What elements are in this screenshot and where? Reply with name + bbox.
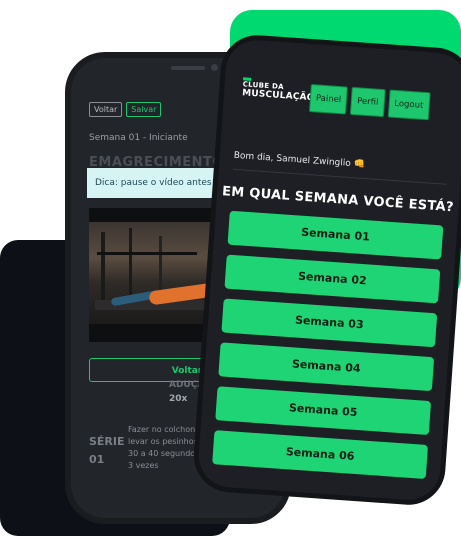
divider: [232, 168, 447, 185]
salvar-button[interactable]: Salvar: [126, 102, 162, 117]
week-button-05[interactable]: Semana 05: [215, 386, 432, 436]
gym-bar: [97, 252, 197, 255]
serie-label: SÉRIE 01: [89, 433, 125, 469]
brand-logo: CLUBE DA MUSCULAÇÃO: [242, 77, 315, 103]
serie-number: 01: [89, 453, 105, 466]
voltar-button-top[interactable]: Voltar: [89, 102, 123, 117]
top-nav: Painel Perfil Logout: [308, 84, 431, 121]
perfil-button[interactable]: Perfil: [350, 86, 386, 118]
painel-button[interactable]: Painel: [308, 84, 349, 115]
week-button-02[interactable]: Semana 02: [224, 254, 441, 304]
week-button-01[interactable]: Semana 01: [227, 210, 444, 260]
week-button-04[interactable]: Semana 04: [218, 342, 435, 392]
camera-icon: [211, 64, 218, 71]
gym-rack: [129, 228, 132, 300]
week-list: Semana 01 Semana 02 Semana 03 Semana 04 …: [211, 210, 444, 489]
week-label: Semana 01 - Iniciante: [89, 133, 188, 143]
exercise-reps: 20x: [169, 394, 188, 404]
back-toolbar: Voltar Salvar: [89, 102, 162, 117]
week-button-03[interactable]: Semana 03: [221, 298, 438, 348]
greeting: Bom dia, Samuel Zwinglio 👊: [233, 150, 366, 170]
week-button-06[interactable]: Semana 06: [212, 430, 429, 479]
front-phone: CLUBE DA MUSCULAÇÃO Painel Perfil Logout…: [196, 38, 461, 502]
gym-rack: [101, 232, 105, 302]
front-phone-screen: CLUBE DA MUSCULAÇÃO Painel Perfil Logout…: [196, 38, 461, 502]
logout-button[interactable]: Logout: [387, 89, 431, 121]
week-question: EM QUAL SEMANA VOCÊ ESTÁ?: [221, 184, 455, 216]
serie-label-text: SÉRIE: [89, 435, 125, 448]
speaker-notch: [171, 66, 205, 70]
